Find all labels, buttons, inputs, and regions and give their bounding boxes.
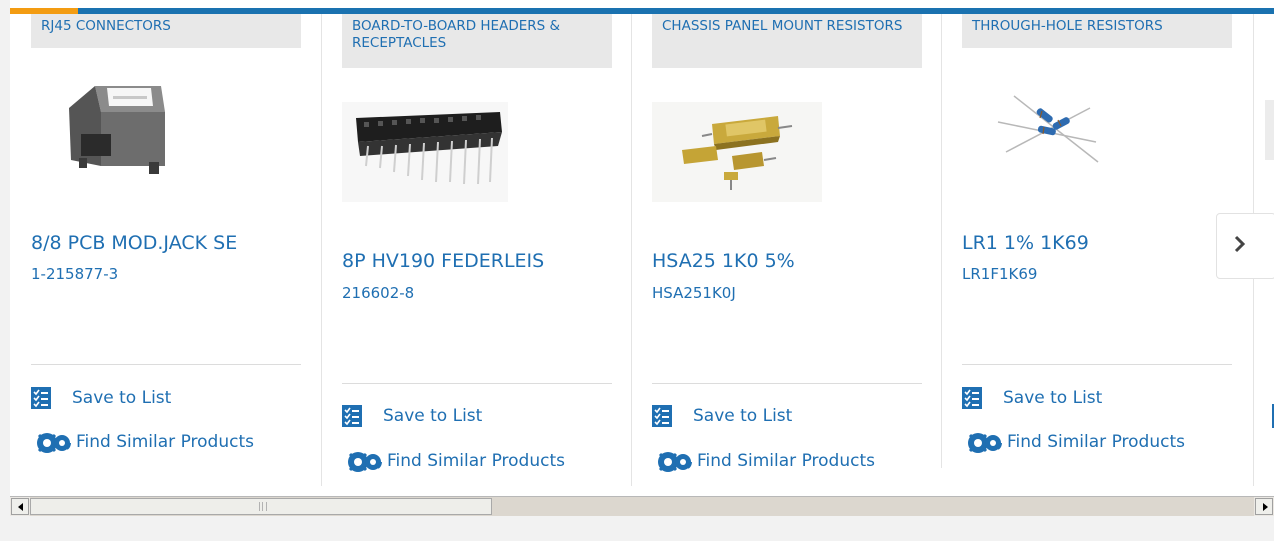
save-to-list-label: Save to List xyxy=(72,388,172,408)
gears-icon xyxy=(31,431,75,453)
category-label[interactable]: THROUGH-HOLE RESISTORS xyxy=(962,14,1232,48)
find-similar-label: Find Similar Products xyxy=(697,451,875,471)
product-title-link[interactable]: LR1 1% 1K69 xyxy=(962,232,1089,254)
save-to-list-button[interactable]: Save to List xyxy=(342,405,482,427)
find-similar-button[interactable]: Find Similar Products xyxy=(31,431,254,453)
product-title-link[interactable]: 8P HV190 FEDERLEIS xyxy=(342,250,544,272)
save-to-list-label: Save to List xyxy=(383,406,483,426)
horizontal-scrollbar[interactable] xyxy=(10,496,1274,516)
card-divider xyxy=(321,14,322,486)
card-divider xyxy=(631,14,632,486)
scroll-right-button[interactable] xyxy=(1255,498,1273,515)
find-similar-label: Find Similar Products xyxy=(1007,432,1185,452)
scroll-left-arrow-icon xyxy=(18,503,23,511)
part-number-link[interactable]: LR1F1K69 xyxy=(962,265,1037,283)
through-hole-resistor-image[interactable] xyxy=(986,82,1106,182)
checklist-icon xyxy=(962,387,984,409)
save-to-list-button[interactable]: Save to List xyxy=(652,405,792,427)
card-separator xyxy=(652,383,922,384)
save-to-list-label: Save to List xyxy=(693,406,793,426)
find-similar-label: Find Similar Products xyxy=(387,451,565,471)
product-title-link[interactable]: 8/8 PCB MOD.JACK SE xyxy=(31,232,237,254)
part-number-link[interactable]: 1-215877-3 xyxy=(31,265,118,283)
checklist-icon xyxy=(31,387,53,409)
next-card-image-peek xyxy=(1265,100,1274,160)
card-separator xyxy=(31,364,301,365)
part-number-link[interactable]: 216602-8 xyxy=(342,284,414,302)
card-divider xyxy=(941,14,942,468)
save-to-list-button[interactable]: Save to List xyxy=(31,387,171,409)
card-separator xyxy=(962,364,1232,365)
checklist-icon xyxy=(652,405,674,427)
rj45-jack-image[interactable] xyxy=(57,74,169,194)
scrollbar-thumb[interactable] xyxy=(30,498,492,515)
checklist-icon xyxy=(342,405,364,427)
scroll-left-button[interactable] xyxy=(11,498,29,515)
product-carousel: RJ45 CONNECTORS 8/8 PCB MOD.JACK SE 1-21… xyxy=(10,0,1274,496)
part-number-link[interactable]: HSA251K0J xyxy=(652,284,736,302)
save-to-list-label: Save to List xyxy=(1003,388,1103,408)
chevron-right-icon xyxy=(1233,234,1247,258)
find-similar-button[interactable]: Find Similar Products xyxy=(652,450,875,472)
find-similar-button[interactable]: Find Similar Products xyxy=(342,450,565,472)
gears-icon xyxy=(652,450,696,472)
chassis-resistor-image[interactable] xyxy=(652,102,822,202)
scrollbar-grip xyxy=(259,502,267,511)
save-to-list-button[interactable]: Save to List xyxy=(962,387,1102,409)
find-similar-label: Find Similar Products xyxy=(76,432,254,452)
product-title-link[interactable]: HSA25 1K0 5% xyxy=(652,250,795,272)
header-receptacle-image[interactable] xyxy=(342,102,508,202)
category-label[interactable]: RJ45 CONNECTORS xyxy=(31,14,301,48)
find-similar-button[interactable]: Find Similar Products xyxy=(962,431,1185,453)
carousel-next-button[interactable] xyxy=(1216,213,1274,279)
gears-icon xyxy=(342,450,386,472)
page-footer-area xyxy=(10,516,1274,541)
scroll-right-arrow-icon xyxy=(1263,503,1268,511)
card-separator xyxy=(342,383,612,384)
category-label[interactable]: BOARD-TO-BOARD HEADERS & RECEPTACLES xyxy=(342,14,612,68)
category-label[interactable]: CHASSIS PANEL MOUNT RESISTORS xyxy=(652,14,922,68)
gears-icon xyxy=(962,431,1006,453)
